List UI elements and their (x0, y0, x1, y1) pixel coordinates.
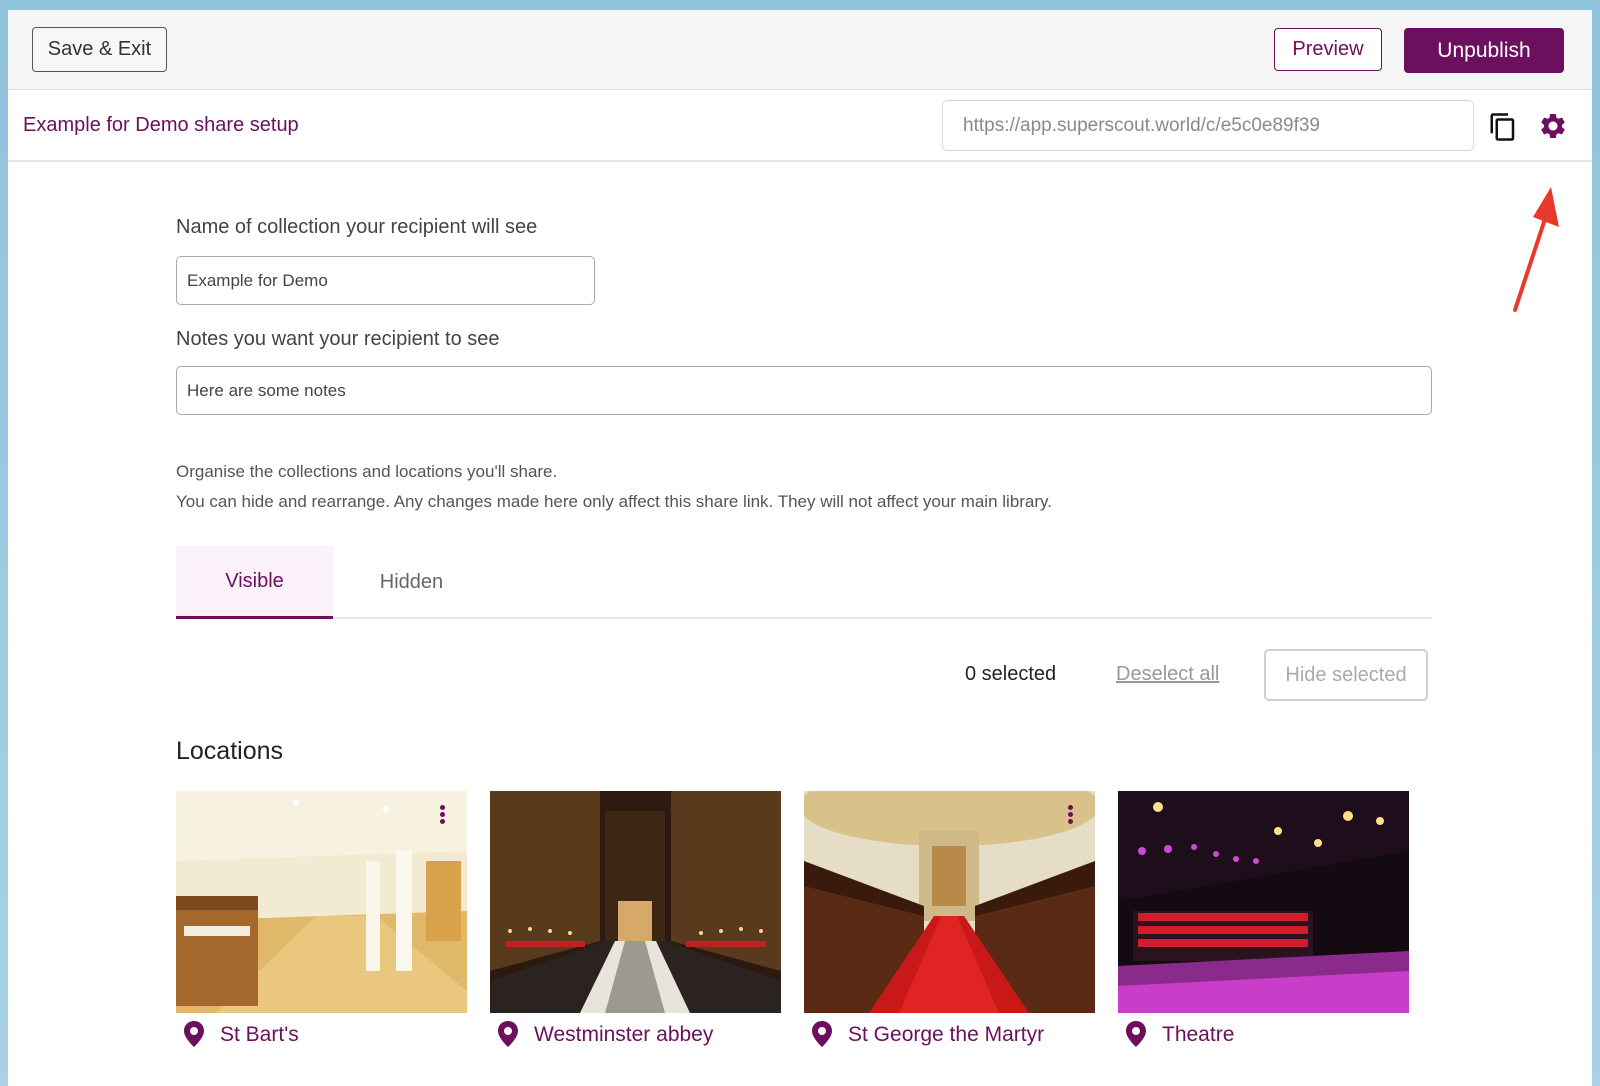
top-toolbar: Save & Exit Preview Unpublish (8, 10, 1592, 90)
collection-name-input[interactable]: Example for Demo (176, 256, 595, 305)
location-thumbnail[interactable] (1118, 791, 1409, 1013)
share-title: Example for Demo share setup (23, 114, 299, 136)
map-pin-icon (184, 1021, 204, 1047)
help-text-line2: You can hide and rearrange. Any changes … (176, 492, 1053, 511)
deselect-all-link[interactable]: Deselect all (1116, 663, 1219, 686)
location-thumbnail[interactable] (804, 791, 1095, 1013)
tab-visible[interactable]: Visible (176, 546, 333, 619)
collection-name-label: Name of collection your recipient will s… (176, 216, 538, 238)
location-label[interactable]: St George the Martyr (804, 1019, 1044, 1051)
location-name[interactable]: St Bart's (220, 1023, 299, 1047)
kebab-menu-icon[interactable] (437, 803, 447, 829)
locations-heading: Locations (176, 737, 284, 765)
share-url-field[interactable]: https://app.superscout.world/c/e5c0e89f3… (942, 100, 1474, 151)
hide-selected-button[interactable]: Hide selected (1264, 649, 1428, 701)
location-card[interactable]: St George the Martyr (804, 791, 1095, 1051)
save-exit-button[interactable]: Save & Exit (32, 27, 167, 72)
tab-hidden[interactable]: Hidden (333, 546, 490, 619)
selected-count: 0 selected (965, 663, 1057, 685)
location-label[interactable]: Westminster abbey (490, 1019, 713, 1051)
copy-icon[interactable] (1488, 112, 1518, 142)
location-card[interactable]: Westminster abbey (490, 791, 781, 1051)
visibility-tabs: Visible Hidden (176, 546, 1432, 619)
location-name[interactable]: Theatre (1162, 1023, 1234, 1047)
gear-icon[interactable] (1538, 111, 1568, 141)
kebab-menu-icon[interactable] (1065, 803, 1075, 829)
unpublish-button[interactable]: Unpublish (1404, 28, 1564, 73)
annotation-arrow (1513, 187, 1559, 312)
location-name[interactable]: Westminster abbey (534, 1023, 713, 1047)
map-pin-icon (498, 1021, 518, 1047)
preview-button[interactable]: Preview (1274, 28, 1382, 71)
location-card[interactable]: Theatre (1118, 791, 1409, 1051)
help-text-line1: Organise the collections and locations y… (176, 462, 558, 481)
share-header: Example for Demo share setup https://app… (8, 90, 1592, 162)
app-window: Save & Exit Preview Unpublish Example fo… (8, 10, 1592, 1086)
location-thumbnail[interactable] (490, 791, 781, 1013)
location-card[interactable]: St Bart's (176, 791, 467, 1051)
location-name[interactable]: St George the Martyr (848, 1023, 1044, 1047)
location-label[interactable]: St Bart's (176, 1019, 299, 1051)
notes-label: Notes you want your recipient to see (176, 328, 500, 350)
map-pin-icon (812, 1021, 832, 1047)
location-thumbnail[interactable] (176, 791, 467, 1013)
notes-input[interactable]: Here are some notes (176, 366, 1432, 415)
location-label[interactable]: Theatre (1118, 1019, 1234, 1051)
map-pin-icon (1126, 1021, 1146, 1047)
